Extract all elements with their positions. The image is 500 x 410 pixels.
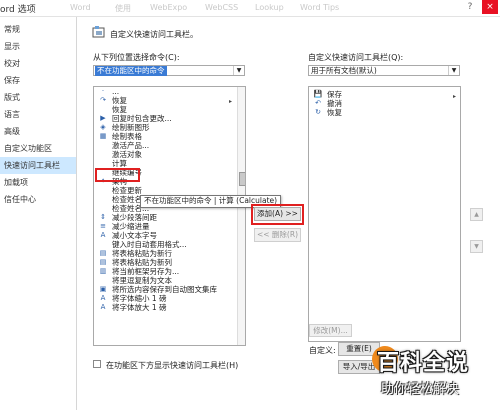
table-paste-icon: ▤ [99, 258, 107, 266]
remove-button[interactable]: << 删除(R) [254, 228, 301, 242]
undo-icon: ↶ [315, 99, 321, 107]
quick-access-toolbar-icon [92, 25, 106, 39]
show-below-ribbon-label: 在功能区下方显示快速访问工具栏(H) [106, 361, 239, 370]
shrink-font-icon: A [100, 294, 106, 302]
customize-toolbar-label: 自定义快速访问工具栏(Q): [308, 53, 404, 62]
header-text: 自定义快速访问工具栏。 [110, 30, 198, 39]
command-icon [98, 195, 108, 204]
background-tab: WebExpo [150, 3, 188, 12]
options-nav: 常规 显示 校对 保存 版式 语言 高级 自定义功能区 快速访问工具栏 加载项 … [0, 17, 77, 410]
background-tab: Word Tips [300, 3, 340, 12]
draw-shape-icon: ◈ [100, 123, 106, 131]
command-icon [98, 141, 108, 150]
nav-item-trust-center[interactable]: 信任中心 [0, 191, 76, 208]
move-up-button[interactable]: ▲ [470, 208, 483, 221]
nav-item-proofing[interactable]: 校对 [0, 55, 76, 72]
table-paste-icon: ▤ [99, 249, 107, 257]
toolbar-commands-list[interactable]: 💾 保存 ↶ 撤消 ↻ 恢复 ▸ [308, 86, 461, 342]
reply-changes-icon: ▶ [100, 114, 106, 122]
window-title: ord 选项 [0, 5, 36, 15]
choose-commands-label: 从下列位置选择命令(C): [93, 53, 180, 62]
add-button[interactable]: 添加(A) >> [254, 207, 301, 221]
redo-icon: ↻ [315, 108, 321, 116]
show-below-ribbon-checkbox[interactable] [93, 360, 101, 368]
frame-save-icon: ▥ [99, 267, 107, 275]
scroll-thumb[interactable] [239, 172, 245, 186]
command-icon [98, 204, 108, 213]
chevron-down-icon: ▼ [448, 66, 459, 75]
nav-item-general[interactable]: 常规 [0, 21, 76, 38]
command-icon [98, 186, 108, 195]
save-icon: 💾 [313, 90, 323, 98]
decrease-indent-icon: ≡ [100, 222, 106, 230]
command-icon: · [101, 87, 105, 95]
commands-list[interactable]: ·... ↷ 恢复 恢复 ▶ 回复时包含更改... ◈ 绘制新图形 ▦ 绘制表格 激活产… [93, 86, 246, 346]
background-tab: Lookup [255, 3, 284, 12]
paragraph-spacing-icon: ⇕ [100, 213, 106, 221]
command-icon [98, 159, 108, 168]
nav-item-addins[interactable]: 加载项 [0, 174, 76, 191]
autotext-icon: ▣ [99, 285, 107, 293]
redo-icon: ↷ [100, 96, 106, 104]
nav-item-customize-ribbon[interactable]: 自定义功能区 [0, 140, 76, 157]
submenu-arrow-icon: ▸ [229, 98, 233, 105]
nav-item-save[interactable]: 保存 [0, 72, 76, 89]
choose-commands-value: 不在功能区中的命令 [95, 66, 167, 76]
nav-item-layout[interactable]: 版式 [0, 89, 76, 106]
background-tab: WebCSS [205, 3, 239, 12]
nav-item-display[interactable]: 显示 [0, 38, 76, 55]
help-button[interactable]: ? [462, 0, 478, 14]
background-tab: Word [70, 3, 91, 12]
customize-toolbar-value: 用于所有文档(默认) [311, 66, 377, 75]
modify-button[interactable]: 修改(M)... [309, 324, 352, 337]
customize-toolbar-dropdown[interactable]: 用于所有文档(默认) ▼ [308, 65, 460, 76]
commands-scrollbar[interactable] [237, 87, 245, 345]
nav-item-language[interactable]: 语言 [0, 106, 76, 123]
submenu-arrow-icon: ▸ [453, 93, 457, 100]
move-down-button[interactable]: ▼ [470, 240, 483, 253]
nav-item-advanced[interactable]: 高级 [0, 123, 76, 140]
watermark-title: 百科全说 [377, 351, 470, 376]
close-button[interactable]: × [482, 0, 498, 14]
command-icon [98, 240, 108, 249]
watermark-subtitle: 助你轻松解决 [381, 382, 460, 397]
command-icon [98, 105, 108, 114]
background-tab: 使用 [115, 4, 131, 13]
custom-label: 自定义: [309, 346, 336, 355]
shrink-font-icon: A [100, 231, 106, 239]
command-icon [98, 150, 108, 159]
draw-table-icon: ▦ [99, 132, 107, 140]
grow-font-icon: A [100, 303, 106, 311]
choose-commands-dropdown[interactable]: 不在功能区中的命令 ▼ [93, 65, 245, 76]
chevron-down-icon: ▼ [233, 66, 244, 75]
highlight-box [95, 168, 140, 182]
command-icon [98, 276, 108, 285]
nav-item-quick-access-toolbar[interactable]: 快速访问工具栏 [0, 157, 76, 174]
